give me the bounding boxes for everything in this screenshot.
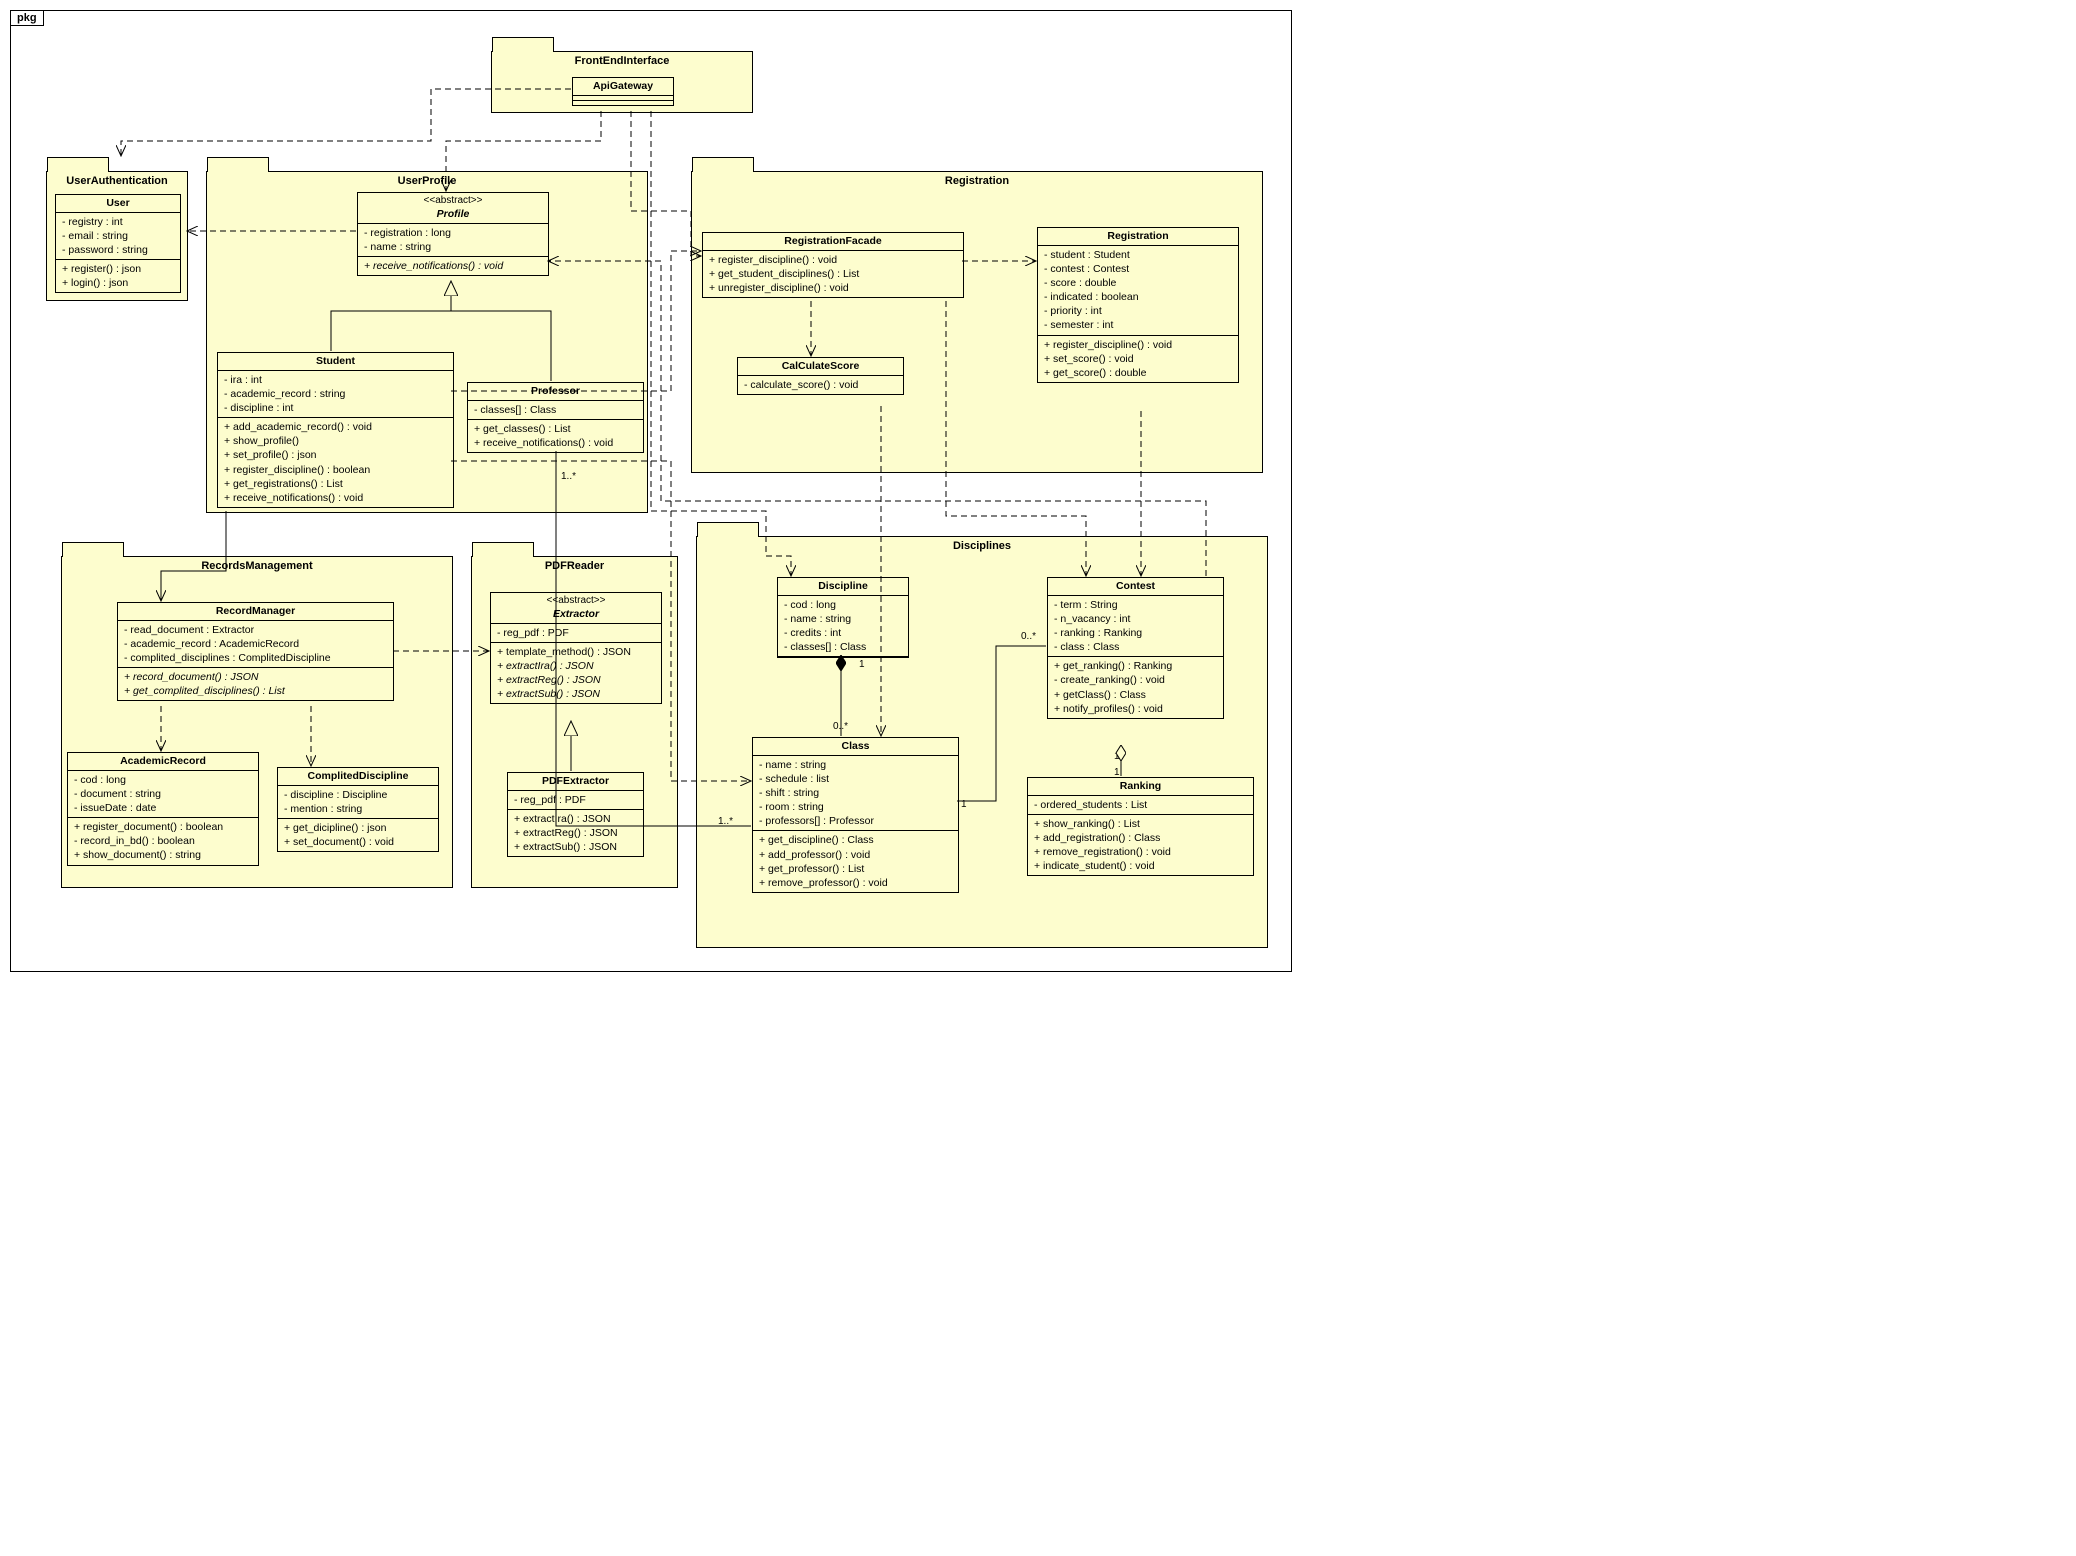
class-recordmanager: RecordManager - read_document : Extracto… xyxy=(117,602,394,701)
package-frontend: FrontEndInterface ApiGateway xyxy=(491,51,753,113)
class-user: User - registry : int- email : string- p… xyxy=(55,194,181,293)
class-apigateway: ApiGateway xyxy=(572,77,674,106)
package-title: FrontEndInterface xyxy=(492,52,752,70)
package-records: RecordsManagement RecordManager - read_d… xyxy=(61,556,453,888)
class-attrs: - cod : long- name : string- credits : i… xyxy=(778,596,908,658)
package-auth: UserAuthentication User - registry : int… xyxy=(46,171,188,301)
class-name: Professor xyxy=(468,383,643,401)
package-title: PDFReader xyxy=(472,557,677,575)
package-disciplines: Disciplines Discipline - cod : long- nam… xyxy=(696,536,1268,948)
package-registration: Registration RegistrationFacade + regist… xyxy=(691,171,1263,473)
class-name: Registration xyxy=(1038,228,1238,246)
class-name: <<abstract>>Extractor xyxy=(491,593,661,624)
class-student: Student - ira : int- academic_record : s… xyxy=(217,352,454,508)
class-ops: + get_discipline() : Class+ add_professo… xyxy=(753,831,958,892)
mult-label: 1 xyxy=(1114,751,1120,762)
class-name: ComplitedDiscipline xyxy=(278,768,438,786)
mult-label: 1..* xyxy=(718,816,733,827)
class-name: RegistrationFacade xyxy=(703,233,963,251)
class-attrs: - term : String- n_vacancy : int- rankin… xyxy=(1048,596,1223,658)
class-registrationfacade: RegistrationFacade + register_discipline… xyxy=(702,232,964,298)
mult-label: 0..* xyxy=(833,721,848,732)
class-attrs: - read_document : Extractor- academic_re… xyxy=(118,621,393,669)
class-professor: Professor - classes[] : Class + get_clas… xyxy=(467,382,644,453)
class-ops: + get_dicipline() : json+ set_document()… xyxy=(278,819,438,851)
class-attrs: - ordered_students : List xyxy=(1028,796,1253,815)
mult-label: 1 xyxy=(1114,767,1120,778)
class-ops: + template_method() : JSON+ extractIra()… xyxy=(491,643,661,704)
class-name: CalCulateScore xyxy=(738,358,903,376)
class-attrs: - registration : long- name : string xyxy=(358,224,548,257)
class-attrs: - reg_pdf : PDF xyxy=(491,624,661,643)
mult-label: 0..* xyxy=(1021,631,1036,642)
class-name: PDFExtractor xyxy=(508,773,643,791)
class-ops: + record_document() : JSON+ get_complite… xyxy=(118,668,393,700)
class-name: Discipline xyxy=(778,578,908,596)
class-extractor: <<abstract>>Extractor - reg_pdf : PDF + … xyxy=(490,592,662,704)
class-pdfextractor: PDFExtractor - reg_pdf : PDF + extractIr… xyxy=(507,772,644,857)
class-calculatescore: CalCulateScore - calculate_score() : voi… xyxy=(737,357,904,395)
class-profile: <<abstract>>Profile - registration : lon… xyxy=(357,192,549,276)
mult-label: 1 xyxy=(961,799,967,810)
class-registration: Registration - student : Student- contes… xyxy=(1037,227,1239,383)
class-name: Ranking xyxy=(1028,778,1253,796)
package-profile: UserProfile <<abstract>>Profile - regist… xyxy=(206,171,648,513)
package-title: UserAuthentication xyxy=(47,172,187,190)
class-name: Student xyxy=(218,353,453,371)
class-name: ApiGateway xyxy=(573,78,673,95)
class-ops: + get_ranking() : Ranking- create_rankin… xyxy=(1048,657,1223,718)
package-title: UserProfile xyxy=(207,172,647,190)
class-ops: + get_classes() : List+ receive_notifica… xyxy=(468,420,643,452)
class-attrs: - discipline : Discipline- mention : str… xyxy=(278,786,438,819)
class-ops: - calculate_score() : void xyxy=(738,376,903,394)
class-name: Contest xyxy=(1048,578,1223,596)
class-attrs: - classes[] : Class xyxy=(468,401,643,420)
class-ops: + add_academic_record() : void+ show_pro… xyxy=(218,418,453,507)
class-ops: + register() : json+ login() : json xyxy=(56,260,180,292)
class-attrs: - name : string- schedule : list- shift … xyxy=(753,756,958,832)
class-name: <<abstract>>Profile xyxy=(358,193,548,224)
class-ops: + register_document() : boolean- record_… xyxy=(68,818,258,865)
package-pdfreader: PDFReader <<abstract>>Extractor - reg_pd… xyxy=(471,556,678,888)
class-discipline: Discipline - cod : long- name : string- … xyxy=(777,577,909,658)
class-compliteddiscipline: ComplitedDiscipline - discipline : Disci… xyxy=(277,767,439,852)
class-attrs: - student : Student- contest : Contest- … xyxy=(1038,246,1238,336)
class-attrs: - reg_pdf : PDF xyxy=(508,791,643,810)
mult-label: 1 xyxy=(859,659,865,670)
class-name: AcademicRecord xyxy=(68,753,258,771)
class-class: Class - name : string- schedule : list- … xyxy=(752,737,959,893)
class-name: RecordManager xyxy=(118,603,393,621)
class-attrs: - cod : long- document : string- issueDa… xyxy=(68,771,258,819)
class-name: User xyxy=(56,195,180,213)
class-attrs: - registry : int- email : string- passwo… xyxy=(56,213,180,261)
root-package-label: pkg xyxy=(11,11,44,26)
class-ops: + register_discipline() : void+ set_scor… xyxy=(1038,336,1238,383)
package-title: Registration xyxy=(692,172,1262,190)
class-academicrecord: AcademicRecord - cod : long- document : … xyxy=(67,752,259,866)
class-attrs: - ira : int- academic_record : string- d… xyxy=(218,371,453,419)
class-ranking: Ranking - ordered_students : List + show… xyxy=(1027,777,1254,876)
mult-label: 1..* xyxy=(561,471,576,482)
class-contest: Contest - term : String- n_vacancy : int… xyxy=(1047,577,1224,719)
class-ops: + register_discipline() : void+ get_stud… xyxy=(703,251,963,298)
package-title: Disciplines xyxy=(697,537,1267,555)
class-ops: + extractIra() : JSON+ extractReg() : JS… xyxy=(508,810,643,857)
class-ops: + receive_notifications() : void xyxy=(358,257,548,275)
package-title: RecordsManagement xyxy=(62,557,452,575)
class-name: Class xyxy=(753,738,958,756)
diagram-canvas: pkg FrontEndInterface ApiGateway UserAut… xyxy=(10,10,1292,972)
class-ops: + show_ranking() : List+ add_registratio… xyxy=(1028,815,1253,876)
